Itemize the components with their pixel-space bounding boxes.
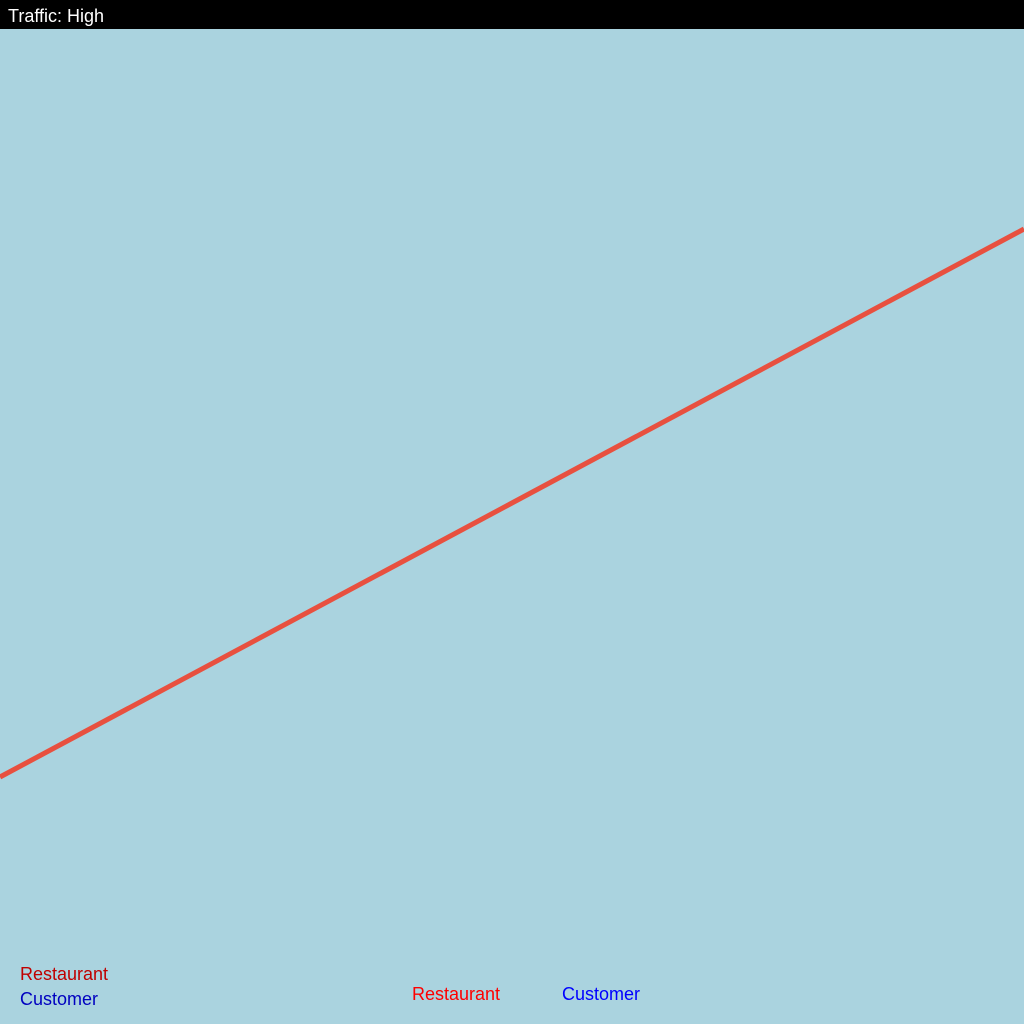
restaurant-marker-label[interactable]: Restaurant [412,983,500,1005]
delivery-route-line [0,226,1024,780]
map-view[interactable]: Traffic: High Restaurant Customer Restau… [0,0,1024,1024]
map-legend: Restaurant Customer [20,963,108,1013]
map-canvas[interactable] [0,0,1024,1024]
legend-customer-label: Customer [20,989,99,1009]
traffic-status-text: Traffic: High [8,6,105,26]
customer-marker-label[interactable]: Customer [562,983,640,1005]
traffic-status-bar: Traffic: High [0,0,1024,29]
legend-restaurant-label: Restaurant [20,964,109,984]
